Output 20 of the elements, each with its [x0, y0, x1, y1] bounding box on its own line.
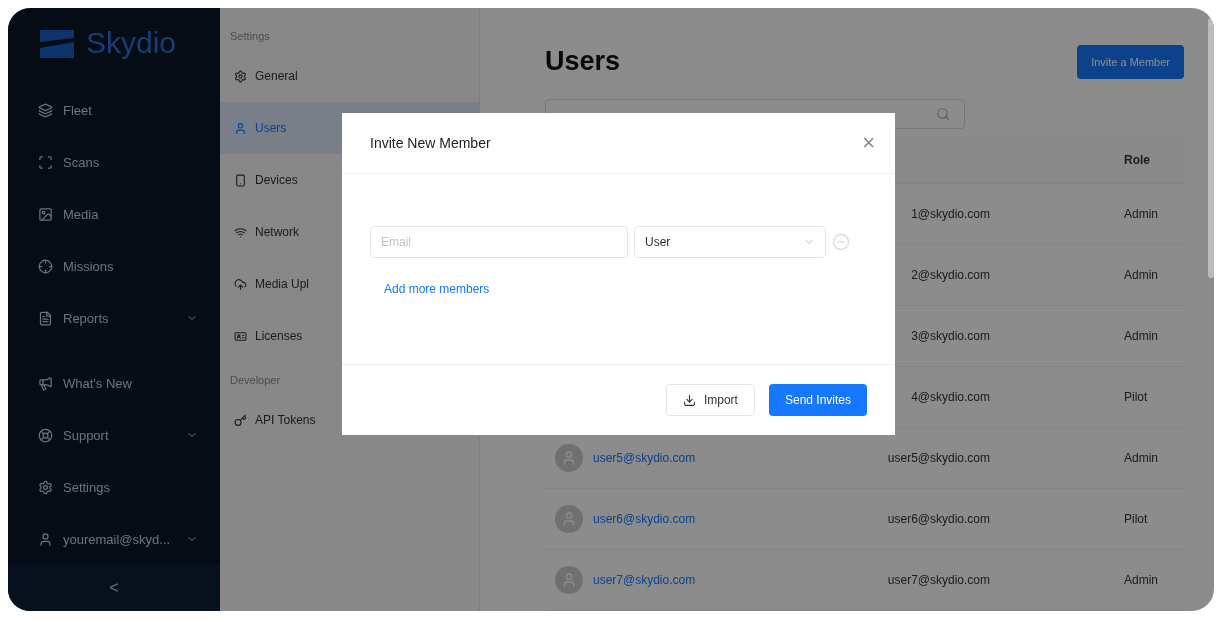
column-heading: Role	[1124, 153, 1151, 167]
nav-heading: Settings	[229, 29, 271, 44]
email-cell-text: 3@skydio.com	[910, 329, 990, 343]
email-cell-text: 2@skydio.com	[910, 268, 990, 282]
role-cell-text: Pilot	[1124, 512, 1149, 526]
role-cell-text: Pilot	[1124, 390, 1149, 404]
nav-heading: Developer	[229, 373, 282, 388]
email-cell-text: user5@skydio.com	[886, 451, 990, 465]
role-cell-text: Admin	[1124, 268, 1159, 282]
role-cell-text: Admin	[1124, 329, 1159, 343]
dialog-title: Invite New Member	[370, 135, 491, 151]
email-cell-text: user7@skydio.com	[886, 573, 990, 587]
email-cell-text: 1@skydio.com	[910, 207, 990, 221]
role-cell-text: Admin	[1124, 573, 1159, 587]
email-cell-text: 4@skydio.com	[910, 390, 990, 404]
logo-text: Skydio	[86, 26, 177, 60]
email-cell-text: user6@skydio.com	[886, 512, 990, 526]
page-title: Users	[545, 46, 621, 78]
role-cell-text: Admin	[1124, 207, 1159, 221]
role-cell-text: Admin	[1124, 451, 1159, 465]
